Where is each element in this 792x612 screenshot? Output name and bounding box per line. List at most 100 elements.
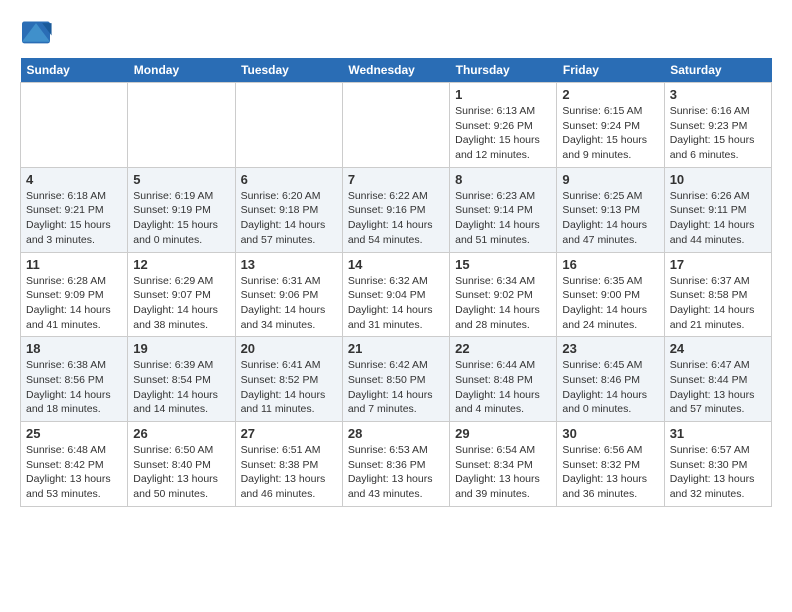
calendar-cell: 16 Sunrise: 6:35 AM Sunset: 9:00 PM Dayli… [557,252,664,337]
day-info: Sunrise: 6:25 AM Sunset: 9:13 PM Dayligh… [562,189,658,248]
calendar-cell: 31 Sunrise: 6:57 AM Sunset: 8:30 PM Dayli… [664,422,771,507]
calendar-cell: 10 Sunrise: 6:26 AM Sunset: 9:11 PM Dayli… [664,167,771,252]
day-number: 25 [26,426,122,441]
calendar-cell: 3 Sunrise: 6:16 AM Sunset: 9:23 PM Daylig… [664,83,771,168]
calendar-cell: 15 Sunrise: 6:34 AM Sunset: 9:02 PM Dayli… [450,252,557,337]
day-number: 10 [670,172,766,187]
day-info: Sunrise: 6:54 AM Sunset: 8:34 PM Dayligh… [455,443,551,502]
day-number: 9 [562,172,658,187]
day-number: 22 [455,341,551,356]
calendar-cell: 29 Sunrise: 6:54 AM Sunset: 8:34 PM Dayli… [450,422,557,507]
calendar-cell: 21 Sunrise: 6:42 AM Sunset: 8:50 PM Dayli… [342,337,449,422]
calendar-cell: 7Sunrise: 6:22 AM Sunset: 9:16 PM Daylig… [342,167,449,252]
day-number: 13 [241,257,337,272]
day-number: 12 [133,257,229,272]
col-header-sunday: Sunday [21,58,128,83]
calendar-cell [21,83,128,168]
calendar-cell: 20 Sunrise: 6:41 AM Sunset: 8:52 PM Dayli… [235,337,342,422]
calendar-cell: 27 Sunrise: 6:51 AM Sunset: 8:38 PM Dayli… [235,422,342,507]
calendar-cell: 11 Sunrise: 6:28 AM Sunset: 9:09 PM Dayli… [21,252,128,337]
calendar-week-4: 18 Sunrise: 6:38 AM Sunset: 8:56 PM Dayli… [21,337,772,422]
day-number: 15 [455,257,551,272]
day-number: 16 [562,257,658,272]
calendar-cell: 17 Sunrise: 6:37 AM Sunset: 8:58 PM Dayli… [664,252,771,337]
day-info: Sunrise: 6:20 AM Sunset: 9:18 PM Dayligh… [241,189,337,248]
day-info: Sunrise: 6:26 AM Sunset: 9:11 PM Dayligh… [670,189,766,248]
day-number: 26 [133,426,229,441]
day-number: 6 [241,172,337,187]
day-info: Sunrise: 6:31 AM Sunset: 9:06 PM Dayligh… [241,274,337,333]
logo [20,20,56,48]
day-number: 19 [133,341,229,356]
calendar-cell: 23Sunrise: 6:45 AM Sunset: 8:46 PM Dayli… [557,337,664,422]
day-number: 21 [348,341,444,356]
calendar-cell: 2 Sunrise: 6:15 AM Sunset: 9:24 PM Daylig… [557,83,664,168]
day-info: Sunrise: 6:37 AM Sunset: 8:58 PM Dayligh… [670,274,766,333]
day-number: 18 [26,341,122,356]
day-number: 20 [241,341,337,356]
calendar-week-5: 25 Sunrise: 6:48 AM Sunset: 8:42 PM Dayli… [21,422,772,507]
day-number: 31 [670,426,766,441]
calendar-cell: 4Sunrise: 6:18 AM Sunset: 9:21 PM Daylig… [21,167,128,252]
day-info: Sunrise: 6:53 AM Sunset: 8:36 PM Dayligh… [348,443,444,502]
calendar-week-1: 1 Sunrise: 6:13 AM Sunset: 9:26 PM Daylig… [21,83,772,168]
day-number: 8 [455,172,551,187]
day-number: 1 [455,87,551,102]
day-info: Sunrise: 6:15 AM Sunset: 9:24 PM Dayligh… [562,104,658,163]
calendar-cell: 5 Sunrise: 6:19 AM Sunset: 9:19 PM Daylig… [128,167,235,252]
day-number: 3 [670,87,766,102]
calendar-cell: 25 Sunrise: 6:48 AM Sunset: 8:42 PM Dayli… [21,422,128,507]
day-info: Sunrise: 6:47 AM Sunset: 8:44 PM Dayligh… [670,358,766,417]
calendar-week-3: 11 Sunrise: 6:28 AM Sunset: 9:09 PM Dayli… [21,252,772,337]
col-header-friday: Friday [557,58,664,83]
col-header-saturday: Saturday [664,58,771,83]
day-info: Sunrise: 6:35 AM Sunset: 9:00 PM Dayligh… [562,274,658,333]
calendar-cell: 28 Sunrise: 6:53 AM Sunset: 8:36 PM Dayli… [342,422,449,507]
day-number: 17 [670,257,766,272]
day-number: 27 [241,426,337,441]
col-header-monday: Monday [128,58,235,83]
day-number: 11 [26,257,122,272]
day-info: Sunrise: 6:48 AM Sunset: 8:42 PM Dayligh… [26,443,122,502]
calendar-cell: 8Sunrise: 6:23 AM Sunset: 9:14 PM Daylig… [450,167,557,252]
day-info: Sunrise: 6:32 AM Sunset: 9:04 PM Dayligh… [348,274,444,333]
day-info: Sunrise: 6:38 AM Sunset: 8:56 PM Dayligh… [26,358,122,417]
calendar-cell: 22 Sunrise: 6:44 AM Sunset: 8:48 PM Dayli… [450,337,557,422]
calendar-cell: 1 Sunrise: 6:13 AM Sunset: 9:26 PM Daylig… [450,83,557,168]
day-info: Sunrise: 6:51 AM Sunset: 8:38 PM Dayligh… [241,443,337,502]
calendar-table: SundayMondayTuesdayWednesdayThursdayFrid… [20,58,772,507]
col-header-wednesday: Wednesday [342,58,449,83]
calendar-cell: 13 Sunrise: 6:31 AM Sunset: 9:06 PM Dayli… [235,252,342,337]
day-info: Sunrise: 6:19 AM Sunset: 9:19 PM Dayligh… [133,189,229,248]
day-info: Sunrise: 6:16 AM Sunset: 9:23 PM Dayligh… [670,104,766,163]
day-info: Sunrise: 6:44 AM Sunset: 8:48 PM Dayligh… [455,358,551,417]
day-info: Sunrise: 6:28 AM Sunset: 9:09 PM Dayligh… [26,274,122,333]
col-header-tuesday: Tuesday [235,58,342,83]
day-info: Sunrise: 6:57 AM Sunset: 8:30 PM Dayligh… [670,443,766,502]
day-number: 2 [562,87,658,102]
calendar-cell: 6 Sunrise: 6:20 AM Sunset: 9:18 PM Daylig… [235,167,342,252]
calendar-cell: 14 Sunrise: 6:32 AM Sunset: 9:04 PM Dayli… [342,252,449,337]
day-info: Sunrise: 6:41 AM Sunset: 8:52 PM Dayligh… [241,358,337,417]
logo-icon [20,20,52,48]
day-number: 24 [670,341,766,356]
day-info: Sunrise: 6:42 AM Sunset: 8:50 PM Dayligh… [348,358,444,417]
day-number: 28 [348,426,444,441]
day-number: 4 [26,172,122,187]
calendar-week-2: 4Sunrise: 6:18 AM Sunset: 9:21 PM Daylig… [21,167,772,252]
day-number: 29 [455,426,551,441]
day-number: 14 [348,257,444,272]
calendar-cell [128,83,235,168]
day-info: Sunrise: 6:50 AM Sunset: 8:40 PM Dayligh… [133,443,229,502]
day-number: 7 [348,172,444,187]
day-info: Sunrise: 6:39 AM Sunset: 8:54 PM Dayligh… [133,358,229,417]
calendar-cell [235,83,342,168]
day-number: 5 [133,172,229,187]
page-header [20,20,772,48]
calendar-cell: 19 Sunrise: 6:39 AM Sunset: 8:54 PM Dayli… [128,337,235,422]
day-info: Sunrise: 6:34 AM Sunset: 9:02 PM Dayligh… [455,274,551,333]
calendar-cell: 18 Sunrise: 6:38 AM Sunset: 8:56 PM Dayli… [21,337,128,422]
day-info: Sunrise: 6:13 AM Sunset: 9:26 PM Dayligh… [455,104,551,163]
calendar-header-row: SundayMondayTuesdayWednesdayThursdayFrid… [21,58,772,83]
day-info: Sunrise: 6:29 AM Sunset: 9:07 PM Dayligh… [133,274,229,333]
